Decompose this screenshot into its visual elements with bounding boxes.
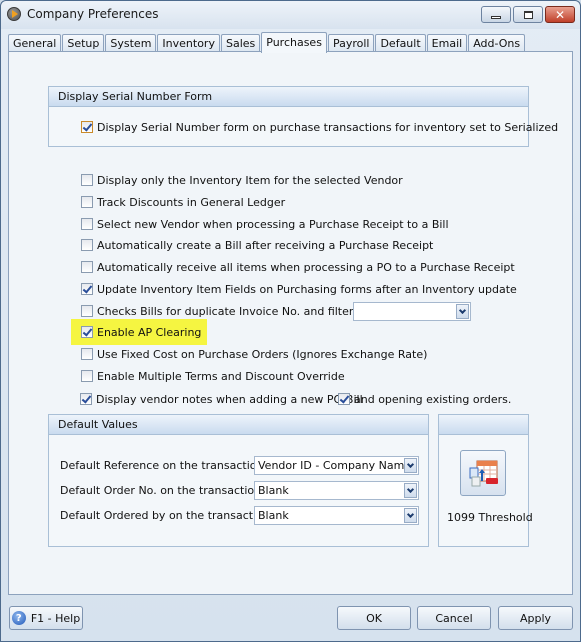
- option-label: Track Discounts in General Ledger: [97, 195, 286, 209]
- window-title: Company Preferences: [27, 7, 159, 21]
- option-label: Enable AP Clearing: [97, 325, 202, 339]
- serial-number-option[interactable]: Display Serial Number form on purchase t…: [81, 119, 558, 135]
- dropdown-button[interactable]: [404, 483, 417, 498]
- option-label: Use Fixed Cost on Purchase Orders (Ignor…: [97, 347, 428, 361]
- title-bar[interactable]: Company Preferences ✕: [1, 1, 580, 29]
- checkbox[interactable]: [81, 305, 93, 317]
- chevron-down-icon: [458, 306, 467, 314]
- maximize-button[interactable]: [513, 6, 543, 23]
- ok-button[interactable]: OK: [337, 606, 411, 630]
- maximize-icon: [523, 10, 533, 19]
- apply-button[interactable]: Apply: [498, 606, 573, 630]
- option-label: Checks Bills for duplicate Invoice No. a…: [97, 304, 387, 318]
- tab-system[interactable]: System: [105, 34, 157, 52]
- serial-number-checkbox[interactable]: [81, 121, 93, 133]
- default-ordered-by-value: Blank: [258, 509, 289, 522]
- checkbox[interactable]: [80, 393, 92, 405]
- default-reference-value: Vendor ID - Company Name: [258, 459, 412, 472]
- option-label: and opening existing orders.: [354, 392, 512, 406]
- tab-purchases[interactable]: Purchases: [261, 32, 327, 53]
- help-icon: ?: [11, 611, 26, 625]
- minimize-button[interactable]: [481, 6, 511, 23]
- chevron-down-icon: [406, 460, 415, 468]
- tab-setup[interactable]: Setup: [62, 34, 105, 52]
- option-check-duplicate-invoice[interactable]: Checks Bills for duplicate Invoice No. a…: [81, 303, 387, 319]
- app-logo-icon: [7, 7, 21, 21]
- calendar-upload-icon: [469, 460, 498, 487]
- tab-inventory[interactable]: Inventory: [157, 34, 220, 52]
- option-select-new-vendor[interactable]: Select new Vendor when processing a Purc…: [81, 216, 449, 232]
- duplicate-filter-dropdown[interactable]: [353, 302, 471, 321]
- checkbox[interactable]: [81, 283, 93, 295]
- option-label: Automatically create a Bill after receiv…: [97, 238, 434, 252]
- checkbox[interactable]: [81, 218, 93, 230]
- tab-payroll[interactable]: Payroll: [327, 34, 375, 52]
- 1099-threshold-label: 1099 Threshold: [447, 511, 533, 524]
- option-update-inventory-fields[interactable]: Update Inventory Item Fields on Purchasi…: [81, 281, 517, 297]
- tab-strip: General Setup System Inventory Sales Pur…: [8, 32, 526, 53]
- default-reference-label: Default Reference on the transactions: [60, 459, 270, 472]
- option-label: Update Inventory Item Fields on Purchasi…: [97, 282, 517, 296]
- chevron-down-icon: [406, 485, 415, 493]
- option-enable-ap-clearing[interactable]: Enable AP Clearing: [81, 324, 201, 340]
- option-label: Display vendor notes when adding a new P…: [96, 392, 363, 406]
- tab-email[interactable]: Email: [426, 34, 468, 52]
- serial-number-label: Display Serial Number form on purchase t…: [97, 120, 559, 134]
- default-order-no-value: Blank: [258, 484, 289, 497]
- cancel-button[interactable]: Cancel: [417, 606, 491, 630]
- minimize-icon: [491, 15, 501, 19]
- option-label: Automatically receive all items when pro…: [97, 260, 515, 274]
- option-multiple-terms[interactable]: Enable Multiple Terms and Discount Overr…: [81, 368, 345, 384]
- help-label: F1 - Help: [30, 611, 81, 625]
- default-order-no-label: Default Order No. on the transactions: [60, 484, 267, 497]
- default-ordered-by-label: Default Ordered by on the transactions: [60, 509, 276, 522]
- serial-group-title: Display Serial Number Form: [49, 87, 528, 107]
- option-track-discounts[interactable]: Track Discounts in General Ledger: [81, 194, 285, 210]
- company-preferences-window: Company Preferences ✕ General Setup Syst…: [0, 0, 581, 642]
- checkbox[interactable]: [81, 174, 93, 186]
- option-auto-create-bill[interactable]: Automatically create a Bill after receiv…: [81, 237, 433, 253]
- dropdown-button[interactable]: [456, 304, 469, 319]
- dropdown-button[interactable]: [404, 508, 417, 523]
- default-reference-dropdown[interactable]: Vendor ID - Company Name: [254, 456, 419, 475]
- option-vendor-notes-existing[interactable]: and opening existing orders.: [338, 391, 511, 407]
- option-vendor-items-only[interactable]: Display only the Inventory Item for the …: [81, 172, 403, 188]
- option-auto-receive-items[interactable]: Automatically receive all items when pro…: [81, 259, 515, 275]
- default-values-title: Default Values: [49, 415, 428, 435]
- default-order-no-dropdown[interactable]: Blank: [254, 481, 419, 500]
- tab-general[interactable]: General: [8, 34, 62, 52]
- default-ordered-by-dropdown[interactable]: Blank: [254, 506, 419, 525]
- checkbox[interactable]: [81, 370, 93, 382]
- checkbox[interactable]: [81, 326, 93, 338]
- dropdown-button[interactable]: [404, 458, 417, 473]
- tab-add-ons[interactable]: Add-Ons: [468, 34, 526, 52]
- option-vendor-notes-new[interactable]: Display vendor notes when adding a new P…: [80, 391, 363, 407]
- checkbox[interactable]: [81, 261, 93, 273]
- option-label: Display only the Inventory Item for the …: [97, 173, 403, 187]
- checkbox[interactable]: [81, 239, 93, 251]
- chevron-down-icon: [406, 510, 415, 518]
- checkbox[interactable]: [81, 348, 93, 360]
- option-label: Select new Vendor when processing a Purc…: [97, 217, 449, 231]
- threshold-group-header: [439, 415, 528, 435]
- tab-default[interactable]: Default: [375, 34, 426, 52]
- close-button[interactable]: ✕: [545, 6, 575, 23]
- help-button[interactable]: ? F1 - Help: [9, 606, 83, 630]
- checkbox[interactable]: [81, 196, 93, 208]
- option-label: Enable Multiple Terms and Discount Overr…: [97, 369, 345, 383]
- close-icon: ✕: [554, 7, 566, 22]
- serial-number-group: Display Serial Number Form: [48, 86, 529, 147]
- tab-sales[interactable]: Sales: [220, 34, 261, 52]
- checkbox[interactable]: [338, 393, 350, 405]
- 1099-threshold-button[interactable]: [460, 450, 506, 496]
- option-fixed-cost[interactable]: Use Fixed Cost on Purchase Orders (Ignor…: [81, 346, 427, 362]
